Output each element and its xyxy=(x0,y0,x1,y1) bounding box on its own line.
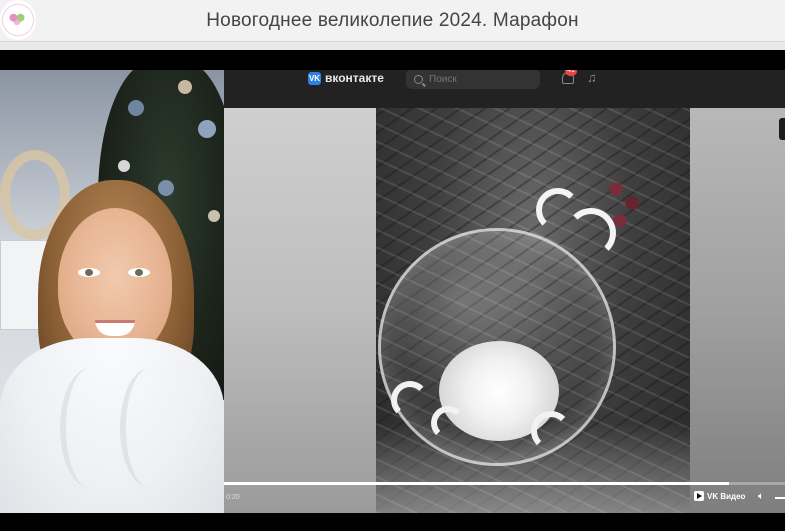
blurred-background-left xyxy=(224,108,376,513)
vk-video-button[interactable]: VK Видео xyxy=(694,491,745,501)
video-bottom-border xyxy=(0,513,785,531)
volume-icon[interactable]: 🔈︎ xyxy=(758,491,764,502)
presenter-face xyxy=(58,208,172,358)
vk-video-play-icon xyxy=(694,491,704,501)
video-time: 0:20 xyxy=(226,494,240,501)
video-progress-fill xyxy=(224,482,729,485)
music-note-icon[interactable]: ♫ xyxy=(587,70,597,85)
video-frame xyxy=(376,108,690,513)
volume-slider[interactable] xyxy=(775,497,785,499)
logo-icon[interactable] xyxy=(0,0,36,40)
side-panel-handle[interactable] xyxy=(779,118,785,140)
snow xyxy=(376,423,690,513)
video-stage[interactable]: VK вконтакте 41 ♫ xyxy=(0,70,785,513)
vk-logo-icon[interactable]: VK xyxy=(308,72,321,85)
vk-video-label: VK Видео xyxy=(707,491,746,501)
vk-video-player[interactable]: 0:20 VK Видео 🔈︎ xyxy=(224,108,785,513)
vk-search-input[interactable] xyxy=(429,73,529,85)
right-eye xyxy=(128,268,150,277)
presenter-blouse xyxy=(0,338,224,513)
page-title: Новогоднее великолепие 2024. Марафон xyxy=(206,9,579,31)
vk-window: VK вконтакте 41 ♫ xyxy=(224,70,785,513)
vk-search-box[interactable] xyxy=(406,70,540,89)
flower-logo-icon xyxy=(8,12,26,26)
left-eye xyxy=(78,268,100,277)
header-divider xyxy=(0,42,785,50)
smile xyxy=(95,320,135,336)
presenter-webcam xyxy=(0,70,224,513)
decor-curl xyxy=(566,208,616,258)
search-icon xyxy=(414,74,423,84)
vk-brand-name[interactable]: вконтакте xyxy=(325,71,384,85)
video-top-border xyxy=(0,50,785,70)
video-progress-bar[interactable] xyxy=(224,482,785,485)
notifications-badge: 41 xyxy=(565,70,577,76)
blurred-background-right xyxy=(690,108,785,513)
vk-topbar: VK вконтакте 41 ♫ xyxy=(224,70,785,108)
page-header: Новогоднее великолепие 2024. Марафон xyxy=(0,0,785,42)
